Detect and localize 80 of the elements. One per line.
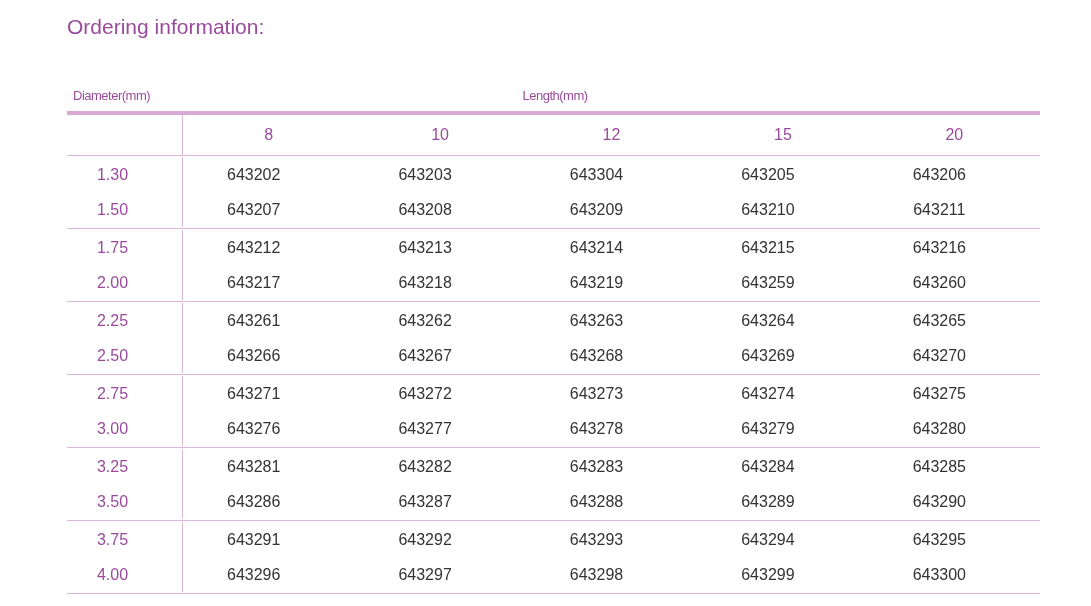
diameter-cell-text: 2.50 bbox=[96, 345, 129, 366]
column-label: Diameter(mm) bbox=[73, 86, 151, 105]
table-cell-text: 643209 bbox=[569, 199, 624, 220]
table-cell-text: 643286 bbox=[227, 491, 281, 512]
diameter-cell-text: 1.30 bbox=[96, 164, 129, 185]
table-cell-text: 643218 bbox=[398, 272, 452, 293]
table-cell-text: 643264 bbox=[741, 310, 795, 331]
table-cell-text: 643217 bbox=[227, 272, 281, 293]
table-cell-text: 643294 bbox=[741, 529, 795, 550]
table-cell-text: 643266 bbox=[227, 345, 281, 366]
section-title: Ordering information: bbox=[67, 14, 265, 40]
table-cell-text: 643281 bbox=[227, 456, 281, 477]
table-cell-text: 643300 bbox=[912, 564, 966, 585]
column-label: Length(mm) bbox=[522, 86, 588, 105]
diameter-cell-text: 2.25 bbox=[96, 310, 129, 331]
table-cell-text: 643282 bbox=[398, 456, 452, 477]
table-cell-text: 643214 bbox=[569, 237, 624, 258]
table-cell-text: 643291 bbox=[227, 529, 281, 550]
table-cell-text: 643263 bbox=[569, 310, 624, 331]
diameter-cell-text: 2.00 bbox=[96, 272, 129, 293]
table-cell-text: 643268 bbox=[569, 345, 624, 366]
table-cell-text: 643284 bbox=[741, 456, 795, 477]
table-cell-text: 643289 bbox=[741, 491, 795, 512]
table-cell-text: 643259 bbox=[741, 272, 795, 293]
diameter-cell-text: 3.50 bbox=[96, 491, 129, 512]
diameter-cell-text: 3.75 bbox=[96, 529, 129, 550]
table-cell-text: 643280 bbox=[912, 418, 966, 439]
table-cell-text: 643285 bbox=[912, 456, 966, 477]
table-cell-text: 643271 bbox=[227, 383, 281, 404]
table-cell-text: 643210 bbox=[741, 199, 795, 220]
header-cell-text: 8 bbox=[264, 125, 274, 145]
header-cell-text: 10 bbox=[431, 125, 449, 145]
table-cell-text: 643297 bbox=[398, 564, 452, 585]
diameter-cell-text: 3.00 bbox=[96, 418, 129, 439]
table-cell-text: 643296 bbox=[227, 564, 281, 585]
table-cell-text: 643216 bbox=[912, 237, 966, 258]
table-cell-text: 643219 bbox=[569, 272, 624, 293]
diameter-cell-text: 3.25 bbox=[96, 456, 129, 477]
table-cell-text: 643215 bbox=[741, 237, 795, 258]
table-cell-text: 643267 bbox=[398, 345, 452, 366]
table-cell-text: 643265 bbox=[912, 310, 966, 331]
table-cell-text: 643292 bbox=[398, 529, 452, 550]
diameter-cell-text: 1.75 bbox=[96, 237, 129, 258]
diameter-cell-text: 2.75 bbox=[96, 383, 129, 404]
table-cell-text: 643202 bbox=[227, 164, 281, 185]
table-cell-text: 643211 bbox=[913, 199, 966, 220]
table-cell-text: 643276 bbox=[227, 418, 281, 439]
table-cell-text: 643208 bbox=[398, 199, 452, 220]
header-cell-text: 12 bbox=[602, 125, 621, 145]
table-cell-text: 643206 bbox=[912, 164, 966, 185]
diameter-cell-text: 4.00 bbox=[96, 564, 129, 585]
table-cell-text: 643203 bbox=[398, 164, 452, 185]
table-cell-text: 643213 bbox=[398, 237, 452, 258]
table-cell-text: 643212 bbox=[227, 237, 281, 258]
table-cell-text: 643278 bbox=[569, 418, 624, 439]
table-cell-text: 643275 bbox=[912, 383, 966, 404]
diameter-cell-text: 1.50 bbox=[96, 199, 129, 220]
table-cell-text: 643298 bbox=[569, 564, 624, 585]
table-cell-text: 643277 bbox=[398, 418, 452, 439]
table-cell-text: 643287 bbox=[398, 491, 452, 512]
table-cell-text: 643261 bbox=[227, 310, 281, 331]
table-cell-text: 643274 bbox=[741, 383, 795, 404]
table-cell-text: 643283 bbox=[569, 456, 624, 477]
table-cell-text: 643260 bbox=[912, 272, 966, 293]
table-cell-text: 643207 bbox=[227, 199, 281, 220]
header-cell-text: 20 bbox=[945, 125, 964, 145]
table-cell-text: 643273 bbox=[569, 383, 624, 404]
table-cell-text: 643304 bbox=[569, 164, 624, 185]
header-cell-text: 15 bbox=[774, 125, 792, 145]
table-cell-text: 643205 bbox=[741, 164, 795, 185]
table-cell-text: 643293 bbox=[569, 529, 624, 550]
table-cell-text: 643290 bbox=[912, 491, 966, 512]
table-cell-text: 643272 bbox=[398, 383, 452, 404]
table-cell-text: 643295 bbox=[912, 529, 966, 550]
table-cell-text: 643279 bbox=[741, 418, 795, 439]
table-cell-text: 643288 bbox=[569, 491, 624, 512]
table-cell-text: 643270 bbox=[912, 345, 966, 366]
table-cell-text: 643262 bbox=[398, 310, 452, 331]
table-cell-text: 643269 bbox=[741, 345, 795, 366]
table-cell-text: 643299 bbox=[741, 564, 795, 585]
